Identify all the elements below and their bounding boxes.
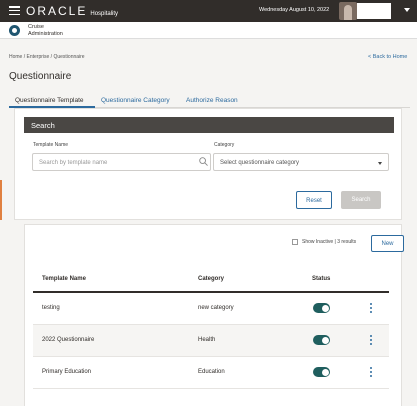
category-cell: Education [198, 369, 225, 375]
brand-subtitle: Hospitality [90, 11, 119, 17]
app-bar: Cruise Administration [0, 22, 417, 39]
template-name-cell: Primary Education [42, 369, 92, 375]
show-inactive-label: Show Inactive | 3 results [302, 239, 357, 245]
category-cell: new category [198, 305, 234, 311]
more-options-icon[interactable] [370, 303, 372, 313]
table-row[interactable]: 2022 Questionnaire Health [33, 325, 389, 357]
template-name-cell: testing [42, 305, 60, 311]
status-toggle[interactable] [313, 367, 330, 377]
current-date: Wednesday August 10, 2022 [259, 7, 330, 13]
top-bar: ORACLE Hospitality Wednesday August 10, … [0, 0, 417, 22]
user-name-box[interactable] [357, 3, 391, 19]
template-name-label: Template Name [33, 142, 69, 148]
search-panel: Search Template Name Search by template … [14, 108, 402, 220]
category-placeholder: Select questionnaire category [220, 160, 300, 166]
chevron-down-icon[interactable] [404, 8, 410, 12]
side-accent [0, 180, 2, 220]
breadcrumb[interactable]: Home / Enterprise / Questionnaire [9, 54, 85, 60]
app-name-line2: Administration [28, 30, 63, 37]
column-header-status[interactable]: Status [312, 276, 330, 282]
tab-questionnaire-category[interactable]: Questionnaire Category [101, 97, 170, 104]
back-to-home-link[interactable]: < Back to Home [368, 54, 407, 60]
tab-authorize-reason[interactable]: Authorize Reason [186, 97, 238, 104]
reset-button[interactable]: Reset [296, 191, 332, 209]
show-inactive-toggle[interactable]: Show Inactive | 3 results [292, 239, 356, 245]
category-select[interactable]: Select questionnaire category [213, 153, 389, 171]
cruise-logo-icon [9, 25, 20, 36]
brand-name: ORACLE [26, 4, 88, 18]
new-button[interactable]: New [371, 235, 404, 252]
search-icon[interactable] [199, 157, 208, 166]
template-name-input[interactable]: Search by template name [32, 153, 211, 171]
template-name-placeholder: Search by template name [39, 160, 108, 166]
more-options-icon[interactable] [370, 367, 372, 377]
column-header-template-name[interactable]: Template Name [42, 276, 86, 282]
table-row[interactable]: testing new category [33, 293, 389, 325]
tab-bar: Questionnaire Template Questionnaire Cat… [9, 93, 410, 108]
show-inactive-checkbox[interactable] [292, 239, 298, 245]
results-panel: Show Inactive | 3 results New Template N… [24, 224, 404, 406]
avatar[interactable] [339, 2, 357, 20]
search-button[interactable]: Search [341, 191, 381, 209]
category-cell: Health [198, 337, 216, 343]
page-title: Questionnaire [9, 71, 72, 82]
template-name-cell: 2022 Questionnaire [42, 337, 95, 343]
search-header: Search [24, 117, 394, 133]
tab-questionnaire-template[interactable]: Questionnaire Template [15, 97, 84, 104]
more-options-icon[interactable] [370, 335, 372, 345]
status-toggle[interactable] [313, 335, 330, 345]
chevron-down-icon [378, 162, 382, 165]
table-row[interactable]: Primary Education Education [33, 357, 389, 389]
hamburger-icon[interactable] [9, 6, 20, 16]
oracle-logo: ORACLE Hospitality [26, 4, 118, 18]
app-name[interactable]: Cruise Administration [28, 24, 63, 37]
status-toggle[interactable] [313, 303, 330, 313]
column-header-category[interactable]: Category [198, 276, 224, 282]
category-label: Category [214, 142, 235, 148]
